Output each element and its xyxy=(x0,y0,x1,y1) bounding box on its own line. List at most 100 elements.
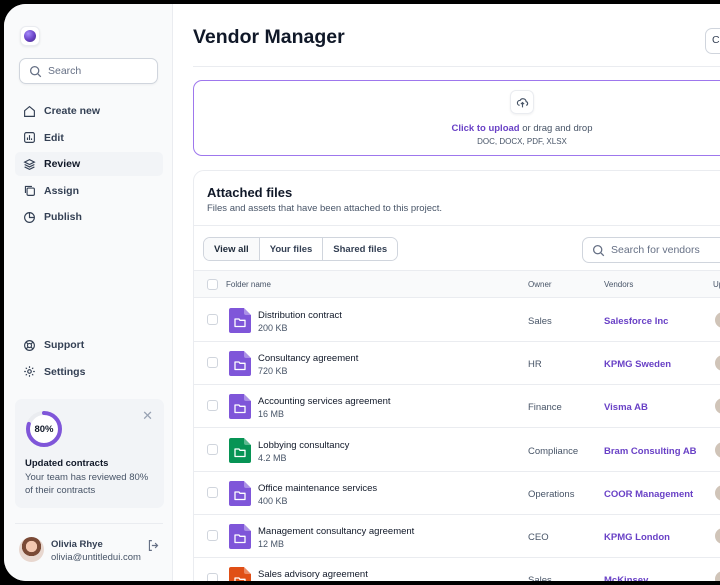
file-name[interactable]: Management consultancy agreement xyxy=(258,526,414,537)
file-name[interactable]: Distribution contract xyxy=(258,310,342,321)
file-size: 200 KB xyxy=(258,323,288,333)
nav-label: Settings xyxy=(44,365,86,378)
file-size: 16 MB xyxy=(258,409,285,420)
file-size: 12 MB xyxy=(258,539,285,549)
file-type-icon xyxy=(229,567,251,581)
progress-card-title: Updated contracts xyxy=(25,458,109,469)
search-placeholder: Search xyxy=(48,65,82,77)
attached-files-panel: Attached files Files and assets that hav… xyxy=(193,170,720,581)
file-upload-dropzone[interactable]: Click to upload or drag and drop DOC, DO… xyxy=(193,80,720,156)
layers-icon xyxy=(23,158,36,170)
file-size: 720 KB xyxy=(258,366,288,377)
uploader-avatar xyxy=(714,570,720,581)
vendor-link[interactable]: Salesforce Inc xyxy=(604,316,668,327)
tab-your-files[interactable]: Your files xyxy=(259,238,324,260)
user-profile: Olivia Rhye olivia@untitledui.com xyxy=(19,536,164,566)
column-header-uploaded-by[interactable]: Up xyxy=(713,280,720,289)
row-checkbox[interactable] xyxy=(207,357,218,369)
nav-item-publish[interactable]: Publish xyxy=(15,205,163,229)
tab-shared-files[interactable]: Shared files xyxy=(323,238,398,260)
file-name[interactable]: Accounting services agreement xyxy=(258,396,391,407)
upload-text: Click to upload or drag and drop xyxy=(194,123,720,134)
uploader-avatar xyxy=(714,397,720,416)
pie-chart-icon xyxy=(24,211,35,223)
nav-label: Publish xyxy=(44,211,82,223)
logo[interactable] xyxy=(20,26,40,46)
logo-mark xyxy=(24,30,36,42)
nav-item-settings[interactable]: Settings xyxy=(15,360,163,384)
nav-item-edit[interactable]: Edit xyxy=(15,126,163,150)
sidebar: Search Create new Edit Review Assign Pub… xyxy=(4,4,173,581)
column-header-owner[interactable]: Owner xyxy=(528,280,552,289)
upload-rest-text: or drag and drop xyxy=(519,123,593,134)
file-name[interactable]: Lobbying consultancy xyxy=(258,440,349,451)
progress-card: ✕ 80% Updated contracts Your team has re… xyxy=(15,399,164,508)
avatar[interactable] xyxy=(19,537,44,562)
file-size: 4.2 MB xyxy=(258,452,287,463)
row-checkbox[interactable] xyxy=(207,486,218,498)
file-size: 400 KB xyxy=(258,495,288,506)
primary-nav: Create new Edit Review Assign Publish xyxy=(15,99,163,232)
file-name[interactable]: Consultancy agreement xyxy=(258,353,358,364)
file-owner: Sales xyxy=(528,575,552,581)
nav-item-support[interactable]: Support xyxy=(15,333,163,357)
uploader-avatar xyxy=(714,527,720,545)
table-row[interactable]: Office maintenance services 400 KB Operati… xyxy=(194,472,720,515)
log-out-icon[interactable] xyxy=(147,539,160,552)
file-type-icon xyxy=(229,394,251,420)
vendor-search-input[interactable]: Search for vendors xyxy=(582,237,720,263)
vendor-link[interactable]: McKinsey xyxy=(604,575,648,581)
table-row[interactable]: Sales advisory agreement18.6 MBSalesMcKi… xyxy=(194,558,720,581)
nav-label: Support xyxy=(44,339,85,351)
file-owner: Compliance xyxy=(528,445,579,457)
sidebar-search-input[interactable]: Search xyxy=(19,58,158,84)
page-title: Vendor Manager xyxy=(193,26,345,48)
table-row[interactable]: Lobbying consultancy 4.2 MB Compliance Bram… xyxy=(194,429,720,472)
file-type-icon xyxy=(229,351,251,377)
vendor-link[interactable]: KPMG Sweden xyxy=(604,359,671,370)
uploader-avatar xyxy=(714,354,720,373)
nav-item-review[interactable]: Review xyxy=(15,152,163,176)
search-icon xyxy=(592,244,605,256)
user-email: olivia@untitledui.com xyxy=(51,552,141,563)
vendor-link[interactable]: KPMG London xyxy=(604,532,670,543)
user-name: Olivia Rhye xyxy=(51,539,103,550)
row-checkbox[interactable] xyxy=(207,443,218,455)
nav-item-assign[interactable]: Assign xyxy=(15,179,163,203)
file-owner: Finance xyxy=(528,402,562,414)
upload-cloud-icon xyxy=(510,90,534,114)
tab-view-all[interactable]: View all xyxy=(204,238,260,260)
nav-label: Create new xyxy=(44,105,101,117)
file-name[interactable]: Sales advisory agreement xyxy=(258,569,368,580)
uploader-avatar xyxy=(714,483,720,502)
vendor-link[interactable]: Visma AB xyxy=(604,402,648,413)
home-icon xyxy=(24,105,35,117)
select-all-checkbox[interactable] xyxy=(207,279,218,290)
upload-link[interactable]: Click to upload xyxy=(452,123,520,134)
row-checkbox[interactable] xyxy=(207,314,218,325)
table-row[interactable]: Consultancy agreement 720 KB HR KPMG Sweden xyxy=(194,342,720,386)
progress-card-text: Your team has reviewed 80% of their cont… xyxy=(25,472,149,496)
vendor-link[interactable]: Bram Consulting AB xyxy=(604,446,697,457)
table-header: Folder name Owner Vendors Up xyxy=(194,270,720,298)
column-header-vendors[interactable]: Vendors xyxy=(604,280,633,289)
table-row[interactable]: Accounting services agreement 16 MB Financ… xyxy=(194,385,720,429)
vendor-link[interactable]: COOR Management xyxy=(604,489,693,500)
table-row[interactable]: Management consultancy agreement 12 MB CEO… xyxy=(194,515,720,558)
nav-label: Edit xyxy=(44,131,64,144)
header-button[interactable]: C xyxy=(705,28,720,54)
file-name[interactable]: Office maintenance services xyxy=(258,483,377,494)
sidebar-divider xyxy=(15,523,163,524)
file-type-icon xyxy=(229,437,251,463)
table-row[interactable]: Distribution contract 200 KB Sales Salesfor… xyxy=(194,299,720,342)
nav-label: Review xyxy=(44,158,81,170)
copy-icon xyxy=(24,185,35,196)
nav-item-create-new[interactable]: Create new xyxy=(15,99,163,123)
nav-label: Assign xyxy=(44,184,80,197)
column-header-folder-name[interactable]: Folder name xyxy=(226,280,271,289)
progress-ring: 80% xyxy=(25,410,63,448)
row-checkbox[interactable] xyxy=(207,400,218,412)
row-checkbox[interactable] xyxy=(207,573,218,581)
row-checkbox[interactable] xyxy=(207,530,218,541)
close-icon[interactable]: ✕ xyxy=(142,408,153,424)
